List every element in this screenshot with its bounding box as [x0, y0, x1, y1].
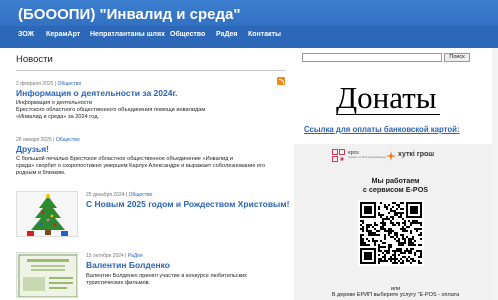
nav-item-keramart[interactable]: КерамАрт [46, 31, 80, 38]
news-column: Новости 2 февраля 2025 | Общество Информ… [0, 48, 292, 300]
epos-banner[interactable]: epos сервис от Білгазпромбанка хуткі гро… [294, 144, 497, 300]
post-meta-separator: | [54, 81, 57, 87]
nav-item-kontakty[interactable]: Контакты [248, 31, 281, 38]
section-divider [16, 70, 286, 71]
post-date: 2 февраля 2025 [16, 81, 54, 87]
nav-item-obshchestvo[interactable]: Общество [170, 31, 205, 38]
scrollbar[interactable] [492, 48, 498, 300]
hutki-grosh-brand: хуткі грош [398, 151, 435, 158]
christmas-tree-thumbnail[interactable] [16, 191, 78, 237]
post-excerpt: Валентин Болденко принял участие в конку… [86, 273, 286, 287]
donate-underline [336, 114, 440, 115]
post-excerpt-line: С большой печалью Брестское областное об… [16, 156, 234, 162]
post-meta: 2 февраля 2025 | Общество [16, 81, 81, 87]
search-button[interactable]: Поиск [444, 53, 470, 62]
post-date: 25 декабря 2024 [86, 192, 125, 198]
post-excerpt: Информация о деятельности Брестского обл… [16, 100, 286, 121]
post-meta-separator: | [125, 192, 128, 198]
epos-logo-icon [332, 149, 345, 162]
donate-title: Донаты [336, 80, 437, 115]
post-excerpt: С большой печалью Брестское областное об… [16, 156, 288, 177]
epos-brand-sub: сервис от Білгазпромбанка [348, 155, 386, 159]
nav-item-radeya[interactable]: РаДея [216, 31, 238, 38]
nav-item-nepratlantany[interactable]: Непратлантаны шлях [90, 31, 165, 38]
post-title[interactable]: Валентин Болденко [86, 260, 170, 270]
certificate-icon [17, 253, 77, 297]
post-date: 26 января 2025 [16, 137, 52, 143]
post-category-link[interactable]: Общество [58, 81, 82, 87]
post-excerpt-line: среда» скорбит о скоропостижно умершем К… [16, 163, 266, 169]
epos-heading-line2: с сервисом E-POS [362, 185, 429, 194]
post-excerpt-line: Брестского областного общественного объе… [16, 107, 206, 113]
post-category-link[interactable]: Общество [56, 137, 80, 143]
epos-instruction: В дереве ЕРИП выберите услугу "E-POS - о… [331, 292, 460, 298]
post-meta-separator: | [53, 137, 55, 143]
post-category-link[interactable]: РаДея [128, 253, 143, 259]
certificate-thumbnail[interactable] [16, 252, 78, 298]
post-title[interactable]: Друзья! [16, 144, 49, 154]
hutki-grosh-logo-icon [386, 151, 396, 161]
post-category-link[interactable]: Общество [129, 192, 153, 198]
post-meta: 26 января 2025 | Общество [16, 137, 80, 143]
post-excerpt-line: туристических фильмов. [86, 280, 151, 286]
post-excerpt-line: родным и близким. [16, 170, 66, 176]
card-payment-link[interactable]: Ссылка для оплаты банковской картой: [304, 125, 460, 134]
qr-code[interactable] [358, 200, 424, 266]
post-title[interactable]: С Новым 2025 годом и Рождеством Христовы… [86, 199, 289, 209]
post-excerpt-line: Информация о деятельности [16, 100, 93, 106]
post-excerpt-line: Валентин Болденко принял участие в конку… [86, 273, 247, 279]
main-nav: ЗОЖ КерамАрт Непратлантаны шлях Общество… [0, 26, 498, 48]
post-meta-separator: | [125, 253, 127, 259]
nav-item-zozh[interactable]: ЗОЖ [18, 31, 34, 38]
post-title[interactable]: Информация о деятельности за 2024г. [16, 88, 178, 98]
site-header: (БОООПИ) "Инвалид и среда" ЗОЖ КерамАрт … [0, 0, 498, 48]
post-excerpt-line: «Инвалид и среда» за 2024 год. [16, 114, 100, 120]
post-meta: 25 декабря 2024 | Общество [86, 192, 152, 198]
epos-heading-line1: Мы работаем [371, 176, 420, 185]
sidebar: Поиск Донаты Ссылка для оплаты банковско… [292, 48, 498, 300]
christmas-tree-icon [17, 192, 77, 236]
post-meta: 15 октября 2024 | РаДея [86, 253, 143, 259]
rss-icon[interactable] [277, 77, 285, 85]
search-input[interactable] [302, 53, 442, 62]
site-title[interactable]: (БОООПИ) "Инвалид и среда" [18, 6, 240, 23]
post-date: 15 октября 2024 [86, 253, 124, 259]
section-title: Новости [16, 54, 53, 65]
